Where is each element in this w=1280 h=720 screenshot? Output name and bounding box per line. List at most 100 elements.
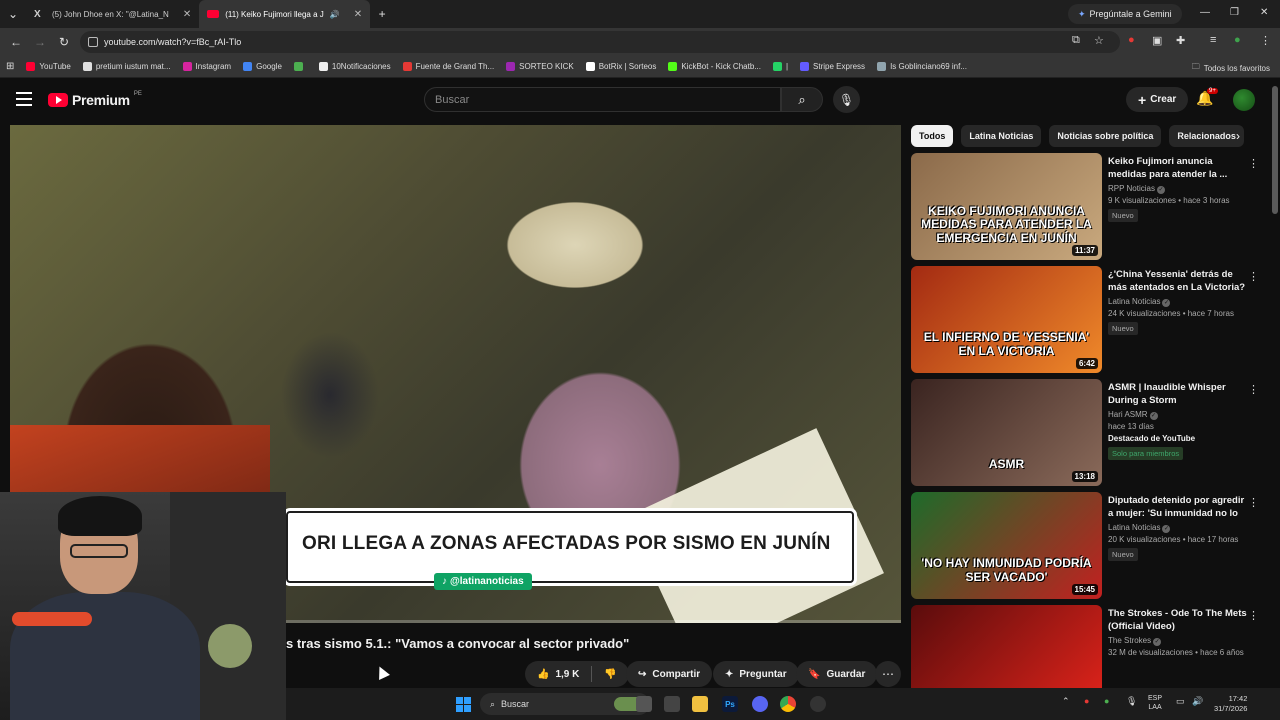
kebab-menu-icon[interactable]: ⋮ <box>1248 609 1259 622</box>
bookmark-item[interactable]: 10Notificaciones <box>313 62 397 71</box>
video-title[interactable]: ¿'China Yessenia' detrás de más atentado… <box>1108 268 1248 294</box>
voice-search-button[interactable]: 🎙 <box>833 86 860 113</box>
channel-name[interactable]: Hari ASMR ✓ <box>1108 410 1248 420</box>
scrollbar[interactable] <box>1272 86 1278 214</box>
youtube-premium-logo[interactable]: Premium PE <box>48 91 142 108</box>
channel-name[interactable]: Latina Noticias ✓ <box>1108 523 1248 533</box>
speaker-icon[interactable]: 🔊 <box>330 10 340 19</box>
create-button[interactable]: + Crear <box>1126 87 1189 112</box>
app-icon[interactable] <box>664 696 680 712</box>
like-button[interactable]: 👍 1,9 K 👎 <box>525 661 629 687</box>
chevron-up-icon[interactable]: ⌃ <box>1062 696 1070 707</box>
channel-name[interactable]: RPP Noticias ✓ <box>1108 184 1248 194</box>
gemini-button[interactable]: ✦ Pregúntale a Gemini <box>1068 4 1182 24</box>
chip-noticias-politica[interactable]: Noticias sobre política <box>1049 125 1162 147</box>
webcam-overlay <box>0 492 286 720</box>
media-icon[interactable]: ≡ <box>1210 34 1216 46</box>
avatar[interactable] <box>1233 89 1255 111</box>
minimize-button[interactable]: — <box>1200 7 1210 18</box>
taskbar-search[interactable]: ⌕ Buscar <box>480 693 650 715</box>
video-title[interactable]: The Strokes - Ode To The Mets (Official … <box>1108 607 1248 633</box>
channel-name[interactable]: Latina Noticias ✓ <box>1108 297 1248 307</box>
video-thumbnail[interactable]: 'NO HAY INMUNIDAD PODRÍA SER VACADO' 15:4… <box>911 492 1102 599</box>
recommendation-item[interactable]: KEIKO FUJIMORI ANUNCIA MEDIDAS PARA ATEN… <box>911 153 1266 263</box>
url-input[interactable]: youtube.com/watch?v=fBc_rAI-Tlo <box>80 31 1120 53</box>
tray-app-icon[interactable]: ● <box>1084 696 1089 706</box>
video-title[interactable]: ASMR | Inaudible Whisper During a Storm <box>1108 381 1248 407</box>
new-tab-button[interactable]: + <box>370 7 394 21</box>
bookmark-item[interactable]: YouTube <box>20 62 76 71</box>
browser-tab-youtube[interactable]: (11) Keiko Fujimori llega a J 🔊 ✕ <box>199 0 371 28</box>
browser-tab-x[interactable]: X (5) John Dhoe en X: "@Latina_N ✕ <box>26 0 199 28</box>
recommendation-item[interactable]: EL INFIERNO DE 'YESSENIA' EN LA VICTORIA… <box>911 266 1266 376</box>
kebab-menu-icon[interactable]: ⋮ <box>1260 34 1271 47</box>
bookmark-item[interactable]: Fuente de Grand Th... <box>397 62 501 71</box>
bookmark-item[interactable]: Google <box>237 62 288 71</box>
tray-app-icon[interactable]: ● <box>1104 696 1109 706</box>
more-actions-button[interactable]: ⋯ <box>875 661 901 687</box>
all-bookmarks-button[interactable]: 🗀 Todos los favoritos <box>1192 61 1270 75</box>
bookmark-item[interactable]: Instagram <box>177 62 238 71</box>
close-window-button[interactable]: ✕ <box>1260 7 1268 18</box>
recommendation-item[interactable]: 'NO HAY INMUNIDAD PODRÍA SER VACADO' 15:4… <box>911 492 1266 602</box>
windows-start-icon[interactable] <box>456 697 471 712</box>
bookmark-item[interactable]: Stripe Express <box>794 62 871 71</box>
close-icon[interactable]: ✕ <box>183 9 191 20</box>
discord-icon[interactable] <box>752 696 768 712</box>
kebab-menu-icon[interactable]: ⋮ <box>1248 157 1259 170</box>
bookmark-item[interactable]: Is Goblinciano69 inf... <box>871 62 973 71</box>
photoshop-icon[interactable]: Ps <box>722 696 738 712</box>
video-thumbnail[interactable]: EL INFIERNO DE 'YESSENIA' EN LA VICTORIA… <box>911 266 1102 373</box>
microphone-icon[interactable]: 🎙 <box>1126 696 1137 707</box>
forward-icon[interactable]: → <box>28 35 52 49</box>
chip-relacionados[interactable]: Relacionados <box>1169 125 1244 147</box>
bookmark-item[interactable] <box>288 62 313 71</box>
menu-icon[interactable] <box>16 92 32 110</box>
back-icon[interactable]: ← <box>4 35 28 49</box>
video-title[interactable]: Keiko Fujimori anuncia medidas para aten… <box>1108 155 1248 181</box>
reload-icon[interactable]: ↻ <box>52 35 76 49</box>
kebab-menu-icon[interactable]: ⋮ <box>1248 270 1259 283</box>
install-icon[interactable]: ⧉ <box>1072 34 1080 47</box>
video-thumbnail[interactable]: ASMR 13:18 <box>911 379 1102 486</box>
profile-icon[interactable]: ● <box>1234 34 1241 46</box>
chevron-right-icon[interactable]: › <box>1236 129 1240 143</box>
apps-icon[interactable]: ⊞ <box>0 61 20 72</box>
kebab-menu-icon[interactable]: ⋮ <box>1248 383 1259 396</box>
language-indicator[interactable]: ESP LAA <box>1148 694 1162 712</box>
chip-todos[interactable]: Todos <box>911 125 954 147</box>
extension-icon[interactable]: ▣ <box>1152 34 1162 47</box>
tab-search-icon[interactable]: ⌄ <box>0 7 26 21</box>
ask-button[interactable]: ✦ Preguntar <box>713 661 799 687</box>
bookmark-item[interactable]: SORTEO KICK <box>500 62 580 71</box>
kebab-menu-icon[interactable]: ⋮ <box>1248 496 1259 509</box>
task-view-icon[interactable] <box>636 696 652 712</box>
bookmark-item[interactable]: BotRix | Sorteos <box>580 62 663 71</box>
thumbs-down-icon[interactable]: 👎 <box>604 669 616 680</box>
chip-latina-noticias[interactable]: Latina Noticias <box>961 125 1042 147</box>
bookmark-item[interactable]: pretium iustum mat... <box>77 62 177 71</box>
search-input[interactable]: Buscar <box>424 87 781 112</box>
volume-icon[interactable]: 🔊 <box>1192 696 1203 707</box>
restore-button[interactable]: ❐ <box>1230 7 1239 18</box>
search-button[interactable]: ⌕ <box>781 87 823 112</box>
video-thumbnail[interactable]: KEIKO FUJIMORI ANUNCIA MEDIDAS PARA ATEN… <box>911 153 1102 260</box>
puzzle-icon[interactable]: ✚ <box>1176 34 1185 47</box>
site-info-icon[interactable] <box>88 37 98 47</box>
clock[interactable]: 17:42 31/7/2026 <box>1214 694 1247 714</box>
bookmark-item[interactable]: KickBot - Kick Chatb... <box>662 62 767 71</box>
logo-text: Premium <box>72 92 130 108</box>
file-explorer-icon[interactable] <box>692 696 708 712</box>
app-icon[interactable] <box>810 696 826 712</box>
video-title[interactable]: Diputado detenido por agredir a mujer: '… <box>1108 494 1248 520</box>
channel-name[interactable]: The Strokes ✓ <box>1108 636 1248 646</box>
close-icon[interactable]: ✕ <box>354 9 362 20</box>
bookmark-item[interactable]: | <box>767 62 794 71</box>
extension-icon[interactable]: ● <box>1128 34 1135 46</box>
share-button[interactable]: ↪ Compartir <box>626 661 713 687</box>
recommendation-item[interactable]: ASMR 13:18 ASMR | Inaudible Whisper During… <box>911 379 1266 489</box>
network-icon[interactable]: ▭ <box>1176 696 1185 707</box>
chrome-icon[interactable] <box>780 696 796 712</box>
star-icon[interactable]: ☆ <box>1094 34 1104 47</box>
save-button[interactable]: 🔖 Guardar <box>796 661 878 687</box>
